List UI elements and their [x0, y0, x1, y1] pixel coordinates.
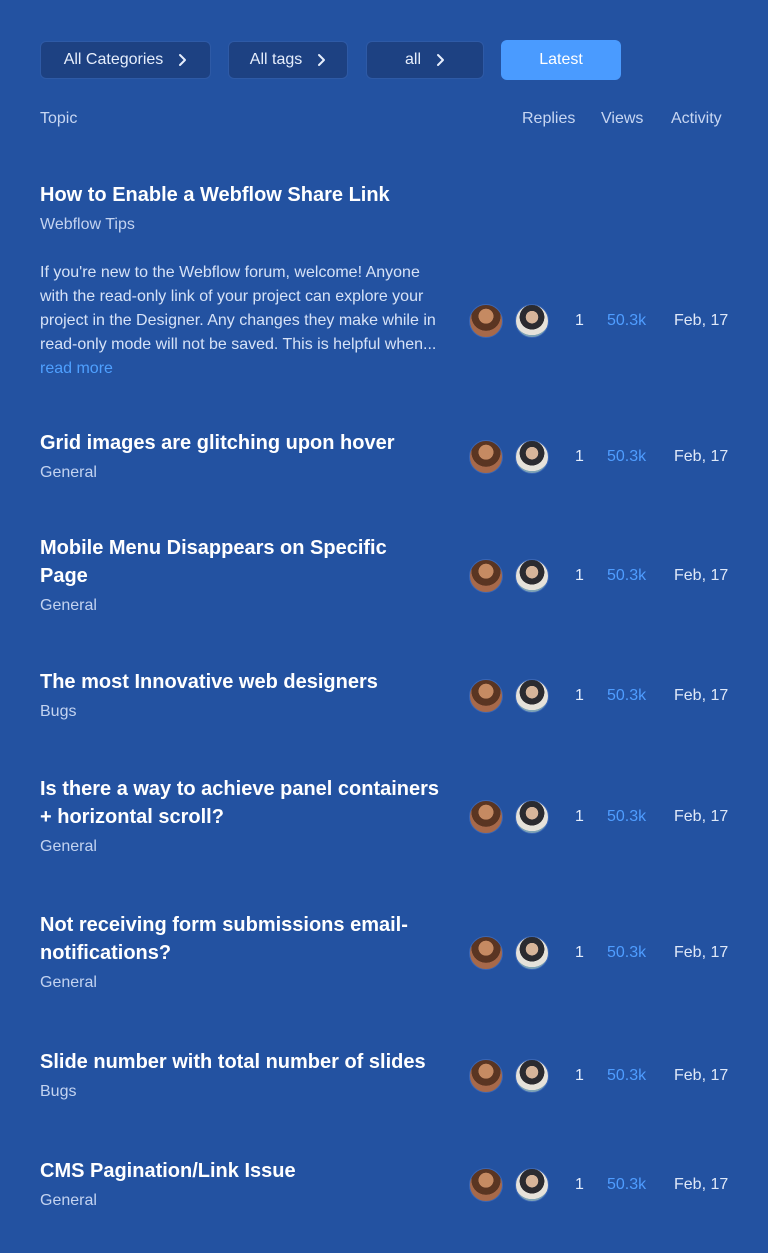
activity-date: Feb, 17	[674, 808, 729, 825]
topic-category[interactable]: Bugs	[40, 1083, 76, 1101]
topic-title[interactable]: Grid images are glitching upon hover	[40, 429, 440, 457]
replies-count: 1	[575, 1067, 584, 1084]
topic-title[interactable]: Not receiving form submissions email-not…	[40, 911, 440, 967]
avatar[interactable]	[515, 800, 549, 834]
avatar[interactable]	[515, 559, 549, 593]
column-header-replies[interactable]: Replies	[522, 110, 575, 128]
views-count: 50.3k	[607, 1176, 647, 1193]
scope-label: all	[404, 51, 421, 68]
excerpt-text: If you're new to the Webflow forum, welc…	[40, 264, 437, 353]
views-count: 50.3k	[607, 944, 647, 961]
avatar[interactable]	[469, 304, 503, 338]
views-count: 50.3k	[607, 312, 647, 329]
column-header-views[interactable]: Views	[601, 110, 643, 128]
avatar[interactable]	[469, 936, 503, 970]
chevron-right-icon	[435, 53, 445, 67]
avatar[interactable]	[469, 440, 503, 474]
topic-category[interactable]: General	[40, 838, 97, 856]
avatar[interactable]	[469, 1168, 503, 1202]
topic-excerpt: If you're new to the Webflow forum, welc…	[40, 261, 450, 381]
views-count: 50.3k	[607, 1067, 647, 1084]
views-count: 50.3k	[607, 567, 647, 584]
column-header-activity[interactable]: Activity	[671, 110, 722, 128]
activity-date: Feb, 17	[674, 448, 729, 465]
avatar[interactable]	[469, 800, 503, 834]
topic-category[interactable]: Bugs	[40, 703, 76, 721]
activity-date: Feb, 17	[674, 312, 729, 329]
views-count: 50.3k	[607, 687, 647, 704]
replies-count: 1	[575, 312, 584, 329]
categories-dropdown[interactable]: All Categories	[40, 41, 211, 79]
activity-date: Feb, 17	[674, 687, 729, 704]
replies-count: 1	[575, 944, 584, 961]
scope-dropdown[interactable]: all	[366, 41, 484, 79]
topic-category[interactable]: General	[40, 974, 97, 992]
topic-category[interactable]: General	[40, 597, 97, 615]
avatar[interactable]	[469, 559, 503, 593]
topic-category[interactable]: General	[40, 1192, 97, 1210]
tags-dropdown[interactable]: All tags	[228, 41, 348, 79]
topic-title[interactable]: Mobile Menu Disappears on Specific Page	[40, 534, 440, 590]
avatar[interactable]	[469, 1059, 503, 1093]
chevron-right-icon	[177, 53, 187, 67]
views-count: 50.3k	[607, 448, 647, 465]
latest-button[interactable]: Latest	[501, 40, 621, 80]
categories-label: All Categories	[63, 51, 164, 68]
avatar[interactable]	[515, 304, 549, 338]
replies-count: 1	[575, 808, 584, 825]
topic-title[interactable]: CMS Pagination/Link Issue	[40, 1157, 440, 1185]
replies-count: 1	[575, 687, 584, 704]
avatar[interactable]	[515, 1059, 549, 1093]
topic-category[interactable]: Webflow Tips	[40, 216, 135, 234]
avatar[interactable]	[469, 679, 503, 713]
activity-date: Feb, 17	[674, 1067, 729, 1084]
replies-count: 1	[575, 448, 584, 465]
replies-count: 1	[575, 567, 584, 584]
read-more-link[interactable]: read more	[40, 360, 113, 377]
avatar[interactable]	[515, 440, 549, 474]
topic-title[interactable]: Is there a way to achieve panel containe…	[40, 775, 440, 831]
avatar[interactable]	[515, 936, 549, 970]
topic-title[interactable]: Slide number with total number of slides	[40, 1048, 440, 1076]
activity-date: Feb, 17	[674, 1176, 729, 1193]
views-count: 50.3k	[607, 808, 647, 825]
topic-category[interactable]: General	[40, 464, 97, 482]
forum-topic-list: All Categories All tags all Latest Topic…	[0, 0, 768, 1253]
topic-title[interactable]: How to Enable a Webflow Share Link	[40, 181, 440, 209]
activity-date: Feb, 17	[674, 567, 729, 584]
chevron-right-icon	[316, 53, 326, 67]
avatar[interactable]	[515, 1168, 549, 1202]
topic-title[interactable]: The most Innovative web designers	[40, 668, 440, 696]
column-header-topic: Topic	[40, 110, 78, 127]
tags-label: All tags	[249, 51, 303, 68]
replies-count: 1	[575, 1176, 584, 1193]
avatar[interactable]	[515, 679, 549, 713]
activity-date: Feb, 17	[674, 944, 729, 961]
